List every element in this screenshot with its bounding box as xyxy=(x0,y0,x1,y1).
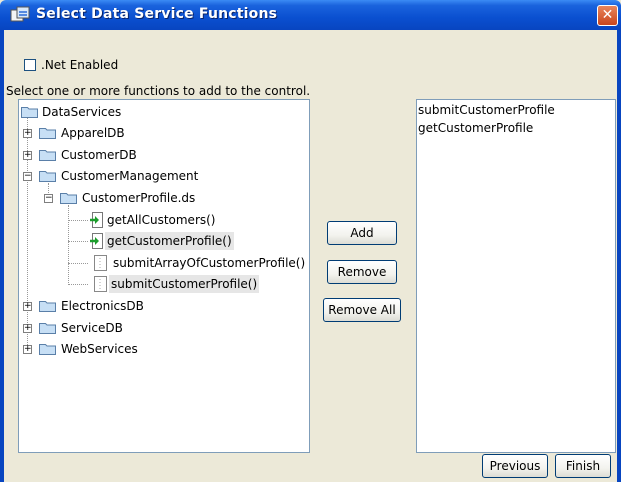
tree-guide-line xyxy=(68,205,69,285)
title-bar[interactable]: Select Data Service Functions ✕ xyxy=(0,0,621,30)
expand-icon[interactable]: + xyxy=(23,324,32,333)
expand-icon[interactable]: + xyxy=(23,345,32,354)
remove-all-button[interactable]: Remove All xyxy=(323,298,401,322)
window-border-left xyxy=(0,30,4,482)
selected-functions-list[interactable] xyxy=(416,99,616,453)
folder-icon xyxy=(39,128,56,139)
folder-icon xyxy=(21,107,38,118)
document-icon xyxy=(94,255,107,271)
tree-item-label: CustomerProfile.ds xyxy=(82,191,196,205)
add-button[interactable]: Add xyxy=(327,221,397,245)
folder-open-icon xyxy=(60,193,77,204)
collapse-icon[interactable]: − xyxy=(23,172,32,181)
close-button[interactable]: ✕ xyxy=(597,5,618,26)
collapse-icon[interactable]: − xyxy=(44,194,53,203)
list-item[interactable]: submitCustomerProfile xyxy=(418,103,555,117)
net-enabled-checkbox[interactable] xyxy=(24,59,36,71)
tree-item-label: ServiceDB xyxy=(61,321,123,335)
tree-item-label: submitCustomerProfile() xyxy=(109,275,260,293)
folder-icon xyxy=(39,323,56,334)
folder-icon xyxy=(39,344,56,355)
folder-open-icon xyxy=(39,171,56,182)
finish-button[interactable]: Finish xyxy=(555,454,611,478)
expand-icon[interactable]: + xyxy=(23,302,32,311)
function-arrow-icon xyxy=(90,233,103,249)
tree-guide-line xyxy=(68,220,88,221)
app-icon xyxy=(10,6,30,22)
tree-item-label: WebServices xyxy=(61,342,138,356)
close-icon: ✕ xyxy=(601,7,614,23)
tree-item-label: ApparelDB xyxy=(61,126,125,140)
tree-item-label: getCustomerProfile() xyxy=(105,232,234,250)
remove-button[interactable]: Remove xyxy=(327,260,397,284)
net-enabled-label: .Net Enabled xyxy=(41,58,119,72)
folder-icon xyxy=(39,150,56,161)
expand-icon[interactable]: + xyxy=(23,151,32,160)
tree-item-label: DataServices xyxy=(42,105,122,119)
tree-item-label: getAllCustomers() xyxy=(107,213,216,227)
tree-item-label: CustomerDB xyxy=(61,148,137,162)
window-title: Select Data Service Functions xyxy=(36,6,278,22)
tree-item-label: CustomerManagement xyxy=(61,169,199,183)
instruction-text: Select one or more functions to add to t… xyxy=(6,84,311,98)
document-icon xyxy=(94,276,107,292)
tree-guide-line xyxy=(68,284,88,285)
folder-icon xyxy=(39,301,56,312)
function-arrow-icon xyxy=(90,212,103,228)
tree-item-label: ElectronicsDB xyxy=(61,299,144,313)
window-border-right xyxy=(617,30,621,482)
previous-button[interactable]: Previous xyxy=(482,454,548,478)
list-item[interactable]: getCustomerProfile xyxy=(418,121,533,135)
expand-icon[interactable]: + xyxy=(23,129,32,138)
tree-guide-line xyxy=(68,263,88,264)
tree-item-label: submitArrayOfCustomerProfile() xyxy=(113,256,306,270)
tree-guide-line xyxy=(68,241,88,242)
